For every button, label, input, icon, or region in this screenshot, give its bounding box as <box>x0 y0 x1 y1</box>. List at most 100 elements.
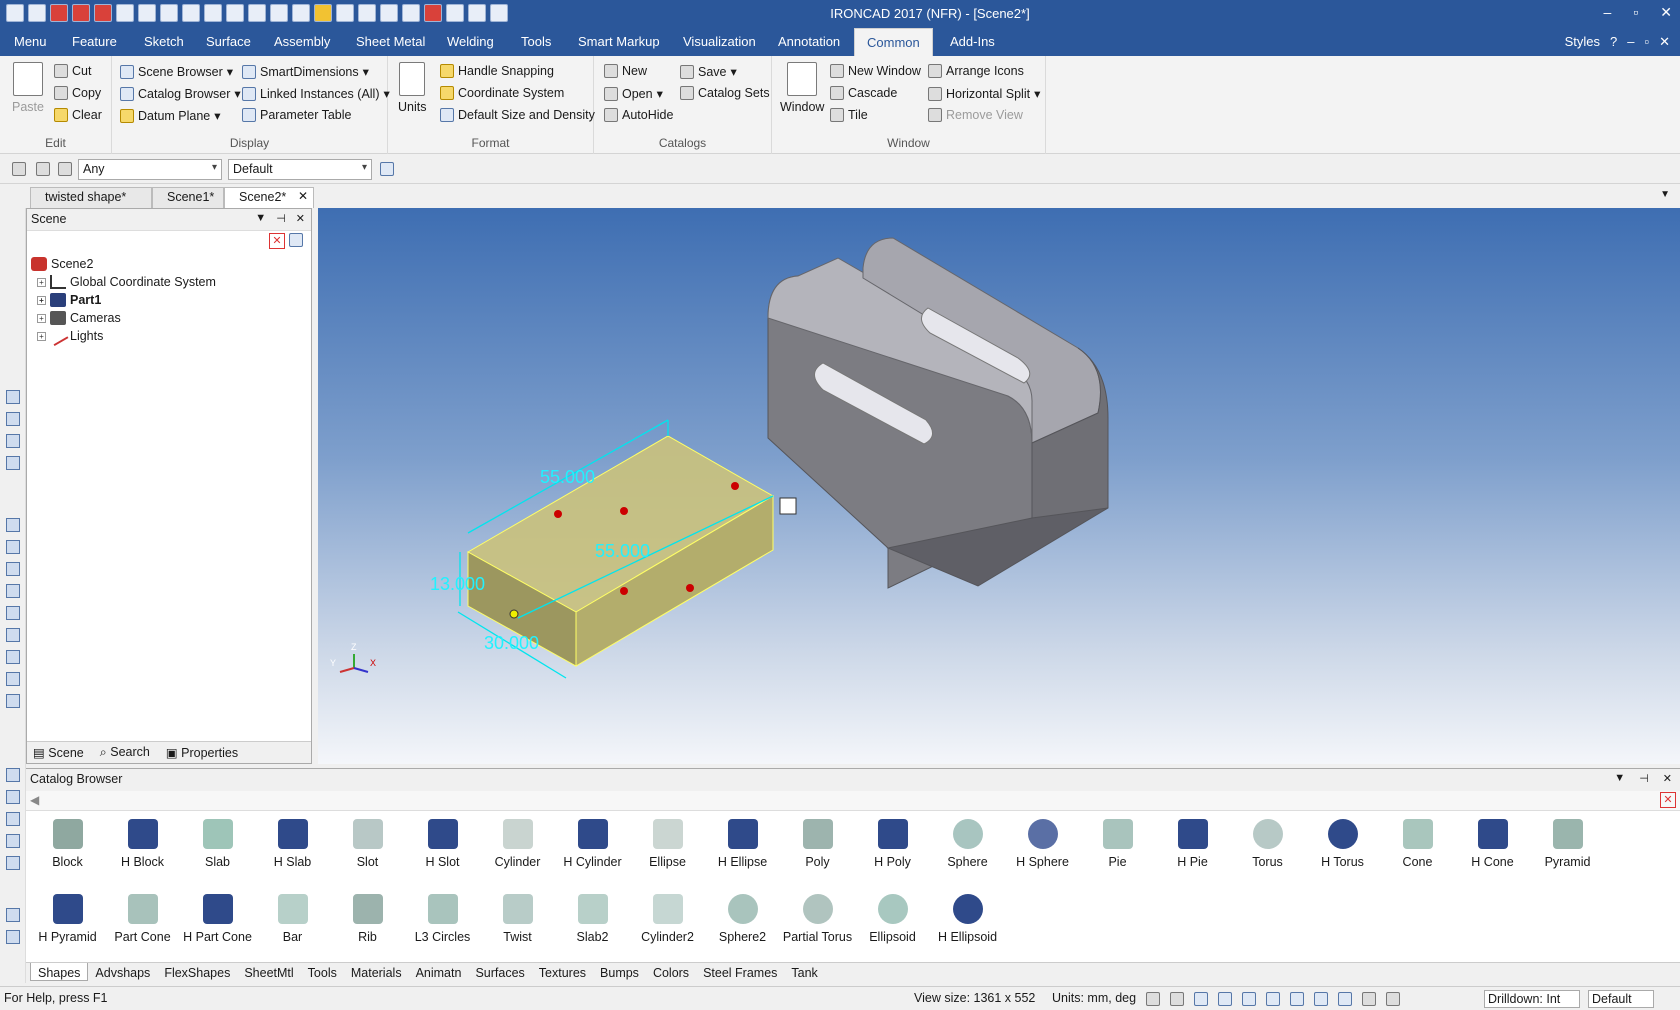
right-view-icon[interactable] <box>6 562 20 576</box>
catalog-tab-colors[interactable]: Colors <box>646 966 696 981</box>
shape-sphere[interactable]: Sphere <box>930 815 1005 882</box>
tab-feature[interactable]: Feature <box>72 34 117 49</box>
catalog-save-button[interactable]: Save ▾ <box>680 64 737 79</box>
handle-point[interactable] <box>554 510 562 518</box>
doc-tab-scene1[interactable]: Scene1* <box>152 187 224 208</box>
view-cube-icon[interactable] <box>1218 992 1232 1006</box>
view2-icon[interactable] <box>6 412 20 426</box>
dim-label-length-2[interactable]: 55.000 <box>595 541 650 561</box>
catalog-tab-materials[interactable]: Materials <box>344 966 409 981</box>
view4-icon[interactable] <box>6 456 20 470</box>
catalog-tab-advshaps[interactable]: Advshaps <box>88 966 157 981</box>
shape-twist[interactable]: Twist <box>480 890 555 957</box>
cursor-icon[interactable] <box>1386 992 1400 1006</box>
shape-pie[interactable]: Pie <box>1080 815 1155 882</box>
pointer-icon[interactable] <box>36 162 50 176</box>
shape-poly[interactable]: Poly <box>780 815 855 882</box>
handle-point[interactable] <box>731 482 739 490</box>
shape-h-poly[interactable]: H Poly <box>855 815 930 882</box>
shape-h-block[interactable]: H Block <box>105 815 180 882</box>
pan-icon[interactable] <box>1266 992 1280 1006</box>
shape-cone[interactable]: Cone <box>1380 815 1455 882</box>
expand-icon[interactable]: + <box>37 313 46 323</box>
tab-sheet-metal[interactable]: Sheet Metal <box>356 34 425 49</box>
catalog-close-icon[interactable]: ✕ <box>1660 792 1676 808</box>
section-icon[interactable] <box>6 908 20 922</box>
cut-button[interactable]: Cut <box>54 64 91 78</box>
expand-icon[interactable]: + <box>37 277 46 287</box>
handle-point[interactable] <box>686 584 694 592</box>
shape-slot[interactable]: Slot <box>330 815 405 882</box>
shape-h-part-cone[interactable]: H Part Cone <box>180 890 255 957</box>
orbit-icon[interactable] <box>1242 992 1256 1006</box>
shape-h-pie[interactable]: H Pie <box>1155 815 1230 882</box>
help-icon[interactable]: ? <box>1610 34 1617 50</box>
shape-partial-torus[interactable]: Partial Torus <box>780 890 855 957</box>
hierarchy-icon[interactable] <box>380 162 394 176</box>
catalog-tab-steel-frames[interactable]: Steel Frames <box>696 966 784 981</box>
display-mode-icon[interactable] <box>1290 992 1304 1006</box>
autohide-button[interactable]: AutoHide <box>604 108 673 122</box>
select-icon[interactable] <box>12 162 26 176</box>
catalog-tab-shapes[interactable]: Shapes <box>30 963 89 981</box>
clear-button[interactable]: Clear <box>54 108 102 122</box>
mdi-restore-button[interactable]: ▫ <box>1644 34 1649 50</box>
delete-icon[interactable]: ✕ <box>269 233 285 249</box>
shape-torus[interactable]: Torus <box>1230 815 1305 882</box>
tab-sketch[interactable]: Sketch <box>144 34 184 49</box>
expand-icon[interactable]: + <box>37 331 46 341</box>
shape-h-ellipse[interactable]: H Ellipse <box>705 815 780 882</box>
tile-button[interactable]: Tile <box>830 108 868 122</box>
light-icon[interactable] <box>6 812 20 826</box>
zoom-icon[interactable] <box>6 856 20 870</box>
handle-point[interactable] <box>620 507 628 515</box>
back-view-icon[interactable] <box>6 606 20 620</box>
mdi-minimize-button[interactable]: – <box>1627 34 1634 50</box>
shape-ellipse[interactable]: Ellipse <box>630 815 705 882</box>
catalog-browser-button[interactable]: Catalog Browser ▾ <box>120 86 241 101</box>
shape-cylinder[interactable]: Cylinder <box>480 815 555 882</box>
hand-icon[interactable] <box>1362 992 1376 1006</box>
minimize-button[interactable]: – <box>1604 4 1612 21</box>
panel-close-icon[interactable]: ✕ <box>1663 772 1672 785</box>
camera-icon[interactable] <box>6 790 20 804</box>
tree-item-cameras[interactable]: + Cameras <box>31 309 216 327</box>
tab-list-icon[interactable]: ▼ <box>1660 189 1670 200</box>
shape-h-cylinder[interactable]: H Cylinder <box>555 815 630 882</box>
tab-welding[interactable]: Welding <box>447 34 494 49</box>
zoom-icon[interactable] <box>1146 992 1160 1006</box>
shape-part-cone[interactable]: Part Cone <box>105 890 180 957</box>
default-size-button[interactable]: Default Size and Density <box>440 108 595 122</box>
maximize-button[interactable]: ▫ <box>1633 4 1638 21</box>
catalog-tab-sheetmtl[interactable]: SheetMtl <box>237 966 300 981</box>
shape-h-slab[interactable]: H Slab <box>255 815 330 882</box>
3d-viewport[interactable]: 55.000 55.000 13.000 30.000 Z Y X <box>318 208 1680 764</box>
iso-view-icon[interactable] <box>6 584 20 598</box>
panel-close-icon[interactable]: ✕ <box>296 212 305 225</box>
tab-menu[interactable]: Menu <box>14 34 47 49</box>
rotate-icon[interactable] <box>6 834 20 848</box>
catalog-new-button[interactable]: New <box>604 64 647 78</box>
measure-icon[interactable] <box>6 768 20 782</box>
close-button[interactable]: ✕ <box>1660 4 1672 21</box>
copy-button[interactable]: Copy <box>54 86 101 100</box>
catalog-tab-tank[interactable]: Tank <box>784 966 824 981</box>
catalog-tab-animatn[interactable]: Animatn <box>409 966 469 981</box>
scene-browser-button[interactable]: Scene Browser ▾ <box>120 64 233 79</box>
shape-slab2[interactable]: Slab2 <box>555 890 630 957</box>
tree-item-global-coordinate-system[interactable]: + Global Coordinate System <box>31 273 216 291</box>
status-style-select[interactable]: Default <box>1588 990 1654 1008</box>
tab-scene[interactable]: ▤ Scene <box>33 745 84 760</box>
shape-h-torus[interactable]: H Torus <box>1305 815 1380 882</box>
style-select[interactable]: Default <box>228 159 372 180</box>
render-mode-icon[interactable] <box>1338 992 1352 1006</box>
expand-icon[interactable]: + <box>37 295 46 305</box>
shape-ellipsoid[interactable]: Ellipsoid <box>855 890 930 957</box>
cascade-button[interactable]: Cascade <box>830 86 897 100</box>
new-window-button[interactable]: New Window <box>830 64 921 78</box>
catalog-tab-surfaces[interactable]: Surfaces <box>468 966 531 981</box>
zoom-fit-icon[interactable] <box>1170 992 1184 1006</box>
smart-dimensions-button[interactable]: SmartDimensions ▾ <box>242 64 369 79</box>
shape-h-ellipsoid[interactable]: H Ellipsoid <box>930 890 1005 957</box>
filter-tree-icon[interactable] <box>289 233 303 247</box>
